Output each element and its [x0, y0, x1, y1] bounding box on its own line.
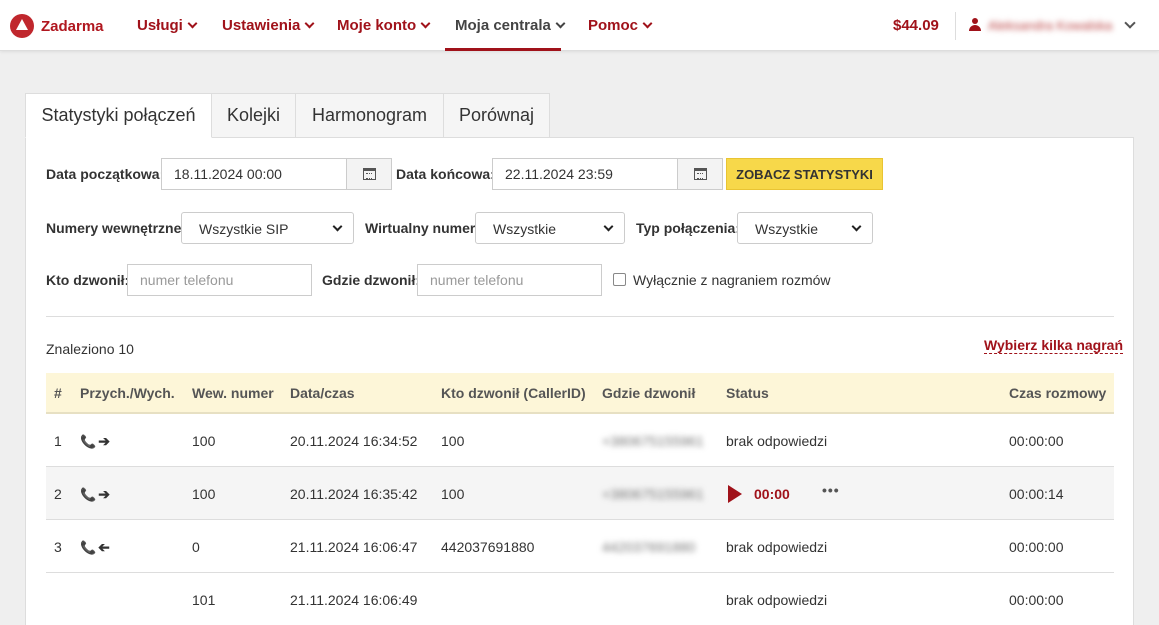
calendar-icon — [694, 168, 707, 180]
play-recording-icon[interactable] — [728, 485, 742, 503]
user-icon[interactable] — [968, 18, 981, 31]
virtual-number-value: Wszystkie — [493, 221, 556, 237]
call-status: brak odpowiedzi — [726, 592, 828, 608]
virtual-number-select[interactable]: Wszystkie — [475, 212, 625, 244]
extension-number: 0 — [192, 539, 200, 555]
logo-text: Zadarma — [41, 17, 104, 35]
recording-only-label[interactable]: Wyłącznie z nagraniem rozmów — [633, 272, 831, 288]
results-count: Znaleziono 10 — [46, 341, 134, 357]
table-row: 2 📞 ➔ 100 20.11.2024 16:35:42 100 +380675… — [46, 467, 1114, 520]
end-date-calendar-button[interactable] — [677, 158, 723, 190]
chevron-down-icon — [332, 221, 343, 232]
row-number: 3 — [54, 539, 62, 555]
table-row: 1 📞 ➔ 100 20.11.2024 16:34:52 100 +380675… — [46, 414, 1114, 467]
recording-time: 00:00 — [754, 486, 790, 502]
user-name[interactable]: Aleksandra Kowalska — [988, 18, 1112, 33]
call-datetime: 20.11.2024 16:34:52 — [290, 433, 418, 449]
start-date-label: Data początkowa: — [46, 166, 165, 182]
tab-kolejki[interactable]: Kolejki — [211, 93, 296, 138]
nav-item-ustawienia[interactable]: Ustawienia — [222, 17, 315, 34]
call-duration: 00:00:00 — [1009, 592, 1064, 608]
column-header[interactable]: Data/czas — [290, 385, 355, 401]
column-header[interactable]: Wew. numer — [192, 385, 274, 401]
caller-id: 100 — [441, 433, 465, 449]
end-date-input[interactable] — [492, 158, 678, 190]
zadarma-logo[interactable]: Zadarma — [10, 14, 104, 38]
call-duration: 00:00:00 — [1009, 433, 1064, 449]
recording-only-checkbox[interactable] — [613, 273, 626, 286]
call-datetime: 21.11.2024 16:06:47 — [290, 539, 418, 555]
internal-numbers-label: Numery wewnętrzne: — [46, 220, 187, 236]
caller-label: Kto dzwonił: — [46, 272, 130, 288]
row-number: 2 — [54, 486, 62, 502]
chevron-down-icon — [420, 18, 431, 29]
nav-item-uslugi[interactable]: Usługi — [137, 17, 198, 34]
extension-number: 100 — [192, 486, 216, 502]
zadarma-logo-icon — [10, 14, 34, 38]
more-options-icon[interactable]: ••• — [822, 482, 840, 498]
start-date-calendar-button[interactable] — [346, 158, 392, 190]
callee-number: +380675155961 — [602, 433, 704, 449]
start-date-input[interactable] — [161, 158, 347, 190]
table-header: # Przych./Wych. Wew. numer Data/czas Kto… — [46, 373, 1114, 414]
extension-number: 100 — [192, 433, 216, 449]
callee-input[interactable] — [417, 264, 602, 296]
internal-numbers-value: Wszystkie SIP — [199, 221, 289, 237]
top-navigation-bar: Zadarma Usługi Ustawienia Moje konto Moj… — [0, 0, 1159, 51]
call-duration: 00:00:14 — [1009, 486, 1064, 502]
table-row: 3 📞 ➔ 0 21.11.2024 16:06:47 442037691880 … — [46, 520, 1114, 573]
call-type-label: Typ połączenia: — [636, 220, 740, 236]
column-header[interactable]: Gdzie dzwonił — [602, 385, 695, 401]
incoming-call-icon: 📞 ➔ — [80, 539, 110, 555]
filters-divider — [46, 316, 1114, 317]
column-header[interactable]: Przych./Wych. — [80, 385, 175, 401]
header-divider — [955, 12, 956, 40]
column-header[interactable]: # — [54, 385, 62, 401]
call-status: brak odpowiedzi — [726, 433, 828, 449]
chevron-down-icon — [555, 18, 566, 29]
call-duration: 00:00:00 — [1009, 539, 1064, 555]
show-statistics-button[interactable]: ZOBACZ STATYSTYKI — [726, 158, 883, 190]
nav-item-moje-konto[interactable]: Moje konto — [337, 17, 431, 34]
active-nav-underline — [445, 48, 561, 51]
tab-statystyki-polaczen[interactable]: Statystyki połączeń — [25, 93, 212, 138]
extension-number: 101 — [192, 592, 216, 608]
chevron-down-icon — [304, 18, 315, 29]
outgoing-call-icon: 📞 ➔ — [80, 433, 110, 449]
caller-input[interactable] — [127, 264, 312, 296]
nav-item-pomoc[interactable]: Pomoc — [588, 17, 653, 34]
callee-number: +380675155961 — [602, 486, 704, 502]
column-header[interactable]: Status — [726, 385, 769, 401]
column-header[interactable]: Kto dzwonił (CallerID) — [441, 385, 586, 401]
chevron-down-icon[interactable] — [1124, 17, 1136, 29]
call-type-value: Wszystkie — [755, 221, 818, 237]
pick-recordings-link[interactable]: Wybierz kilka nagrań — [984, 337, 1124, 354]
calendar-icon — [363, 168, 376, 180]
chevron-down-icon — [187, 18, 198, 29]
call-datetime: 21.11.2024 16:06:49 — [290, 592, 418, 608]
chevron-down-icon — [603, 221, 614, 232]
chevron-down-icon — [642, 18, 653, 29]
column-header[interactable]: Czas rozmowy — [1009, 385, 1106, 401]
callee-number: 442037691880 — [602, 539, 696, 555]
call-type-select[interactable]: Wszystkie — [737, 212, 873, 244]
chevron-down-icon — [851, 221, 862, 232]
row-number: 1 — [54, 433, 62, 449]
call-status: brak odpowiedzi — [726, 539, 828, 555]
outgoing-call-icon: 📞 ➔ — [80, 486, 110, 502]
account-balance[interactable]: $44.09 — [893, 17, 939, 34]
internal-numbers-select[interactable]: Wszystkie SIP — [181, 212, 354, 244]
caller-id: 100 — [441, 486, 465, 502]
callee-label: Gdzie dzwonił: — [322, 272, 420, 288]
call-datetime: 20.11.2024 16:35:42 — [290, 486, 418, 502]
tab-harmonogram[interactable]: Harmonogram — [295, 93, 444, 138]
end-date-label: Data końcowa: — [396, 166, 495, 182]
nav-item-moja-centrala[interactable]: Moja centrala — [455, 17, 566, 34]
tab-porownaj[interactable]: Porównaj — [443, 93, 550, 138]
caller-id: 442037691880 — [441, 539, 535, 555]
virtual-number-label: Wirtualny numer: — [365, 220, 480, 236]
table-row: 101 21.11.2024 16:06:49 brak odpowiedzi … — [46, 573, 1114, 625]
